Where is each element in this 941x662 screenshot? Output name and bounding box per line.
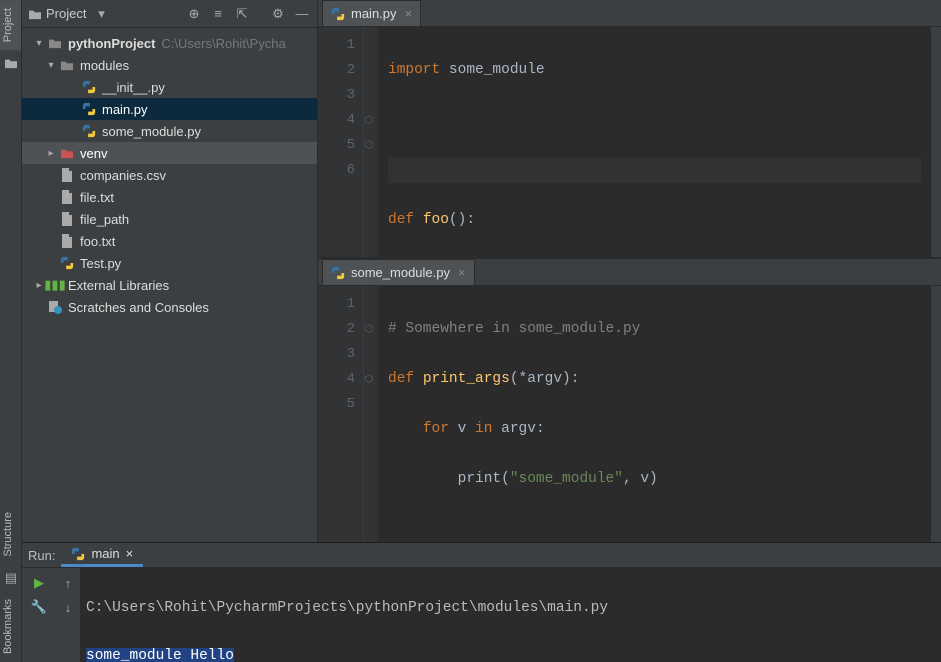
run-tab-label: main: [91, 546, 119, 561]
libraries-icon: ▮▮▮: [46, 277, 64, 293]
python-file-icon: [80, 102, 98, 116]
scrollbar[interactable]: [931, 27, 941, 257]
tree-root[interactable]: ▾ pythonProject C:\Users\Rohit\Pycha: [22, 32, 317, 54]
run-header: Run: main ×: [22, 543, 941, 568]
project-tool-window: Project ▾ ⊕ ≡ ⇱ ⚙ — ▾ pythonProject C:\U…: [22, 0, 318, 542]
tree-external-libraries[interactable]: ▸ ▮▮▮ External Libraries: [22, 274, 317, 296]
close-icon[interactable]: ×: [458, 265, 466, 280]
rail-structure-icon: ▤: [0, 565, 22, 591]
editor-tabs-top: main.py ×: [318, 0, 941, 27]
tree-label: Scratches and Consoles: [68, 300, 209, 315]
editor-main[interactable]: 1 2 3 4 5 6 ⬡⬡ import some_module def fo…: [318, 27, 941, 257]
tree-label: file.txt: [80, 190, 114, 205]
run-toolbar: ▶ 🔧: [22, 568, 56, 662]
hide-icon[interactable]: —: [293, 5, 311, 23]
python-file-icon: [58, 256, 76, 270]
tree-label: some_module.py: [102, 124, 201, 139]
tab-some-module-py[interactable]: some_module.py ×: [322, 259, 475, 285]
tab-main-py[interactable]: main.py ×: [322, 0, 421, 26]
console-line: C:\Users\Rohit\PycharmProjects\pythonPro…: [86, 596, 935, 620]
tree-file-test[interactable]: Test.py: [22, 252, 317, 274]
editor-tabs-bottom: some_module.py ×: [318, 259, 941, 286]
tree-file-main[interactable]: main.py: [22, 98, 317, 120]
tree-label: companies.csv: [80, 168, 166, 183]
rail-project-tab[interactable]: Project: [0, 0, 21, 50]
settings-icon[interactable]: ⚙: [269, 5, 287, 23]
tree-label: venv: [80, 146, 107, 161]
excluded-folder-icon: [58, 147, 76, 159]
tree-scratches[interactable]: Scratches and Consoles: [22, 296, 317, 318]
up-button[interactable]: ↑: [55, 572, 81, 594]
locate-icon[interactable]: ⊕: [185, 5, 203, 23]
run-label: Run:: [28, 548, 55, 563]
file-icon: [58, 212, 76, 226]
gutter[interactable]: 1 2 3 4 5 6: [318, 27, 364, 257]
tree-folder-venv[interactable]: ▸ venv: [22, 142, 317, 164]
tree-folder-modules[interactable]: ▾ modules: [22, 54, 317, 76]
file-icon: [58, 168, 76, 182]
python-file-icon: [80, 80, 98, 94]
tree-label: foo.txt: [80, 234, 115, 249]
fold-column[interactable]: ⬡⬡: [364, 27, 378, 257]
project-tree[interactable]: ▾ pythonProject C:\Users\Rohit\Pycha ▾ m…: [22, 28, 317, 542]
tree-label: __init__.py: [102, 80, 165, 95]
editor-area: main.py × 1 2 3 4 5 6 ⬡⬡ import some_mod…: [318, 0, 941, 542]
file-icon: [58, 234, 76, 248]
tree-label: pythonProject: [68, 36, 155, 51]
wrench-button[interactable]: 🔧: [26, 596, 52, 618]
tree-label: file_path: [80, 212, 129, 227]
scratches-icon: [46, 300, 64, 314]
tree-label: Test.py: [80, 256, 121, 271]
tree-file-filepath[interactable]: file_path: [22, 208, 317, 230]
python-file-icon: [80, 124, 98, 138]
tree-file-companies[interactable]: companies.csv: [22, 164, 317, 186]
tree-file-file[interactable]: file.txt: [22, 186, 317, 208]
run-tab-main[interactable]: main ×: [61, 543, 143, 567]
tree-file-foo[interactable]: foo.txt: [22, 230, 317, 252]
tree-path-label: C:\Users\Rohit\Pycha: [161, 36, 285, 51]
code-area-main[interactable]: import some_module def foo(): f = some_m…: [378, 27, 931, 257]
console-line-selected: some_module Hello: [86, 648, 234, 662]
close-icon[interactable]: ×: [126, 546, 134, 561]
expand-icon[interactable]: ≡: [209, 5, 227, 23]
folder-icon: [58, 59, 76, 71]
run-tool-window: Run: main × ▶ 🔧 ↑ ↓ C:\Users\Rohit\Pycha…: [22, 542, 941, 662]
dropdown-icon[interactable]: ▾: [92, 5, 110, 23]
run-console-output[interactable]: C:\Users\Rohit\PycharmProjects\pythonPro…: [80, 568, 941, 662]
rail-structure-tab[interactable]: Structure: [0, 504, 16, 565]
tab-label: some_module.py: [351, 265, 450, 280]
run-nav-toolbar: ↑ ↓: [56, 568, 80, 662]
file-icon: [58, 190, 76, 204]
rail-folder-icon[interactable]: [0, 50, 22, 76]
rerun-button[interactable]: ▶: [26, 572, 52, 594]
project-title[interactable]: Project: [28, 6, 86, 21]
tree-label: modules: [80, 58, 129, 73]
down-button[interactable]: ↓: [55, 596, 81, 618]
tree-file-some-module[interactable]: some_module.py: [22, 120, 317, 142]
project-header: Project ▾ ⊕ ≡ ⇱ ⚙ —: [22, 0, 317, 28]
tree-label: External Libraries: [68, 278, 169, 293]
left-tool-rail: Project Structure ▤ Bookmarks: [0, 0, 22, 662]
close-icon[interactable]: ×: [405, 6, 413, 21]
folder-icon: [46, 37, 64, 49]
collapse-icon[interactable]: ⇱: [233, 5, 251, 23]
tab-label: main.py: [351, 6, 397, 21]
tree-file-init[interactable]: __init__.py: [22, 76, 317, 98]
rail-bookmarks-tab[interactable]: Bookmarks: [0, 591, 16, 662]
tree-label: main.py: [102, 102, 148, 117]
